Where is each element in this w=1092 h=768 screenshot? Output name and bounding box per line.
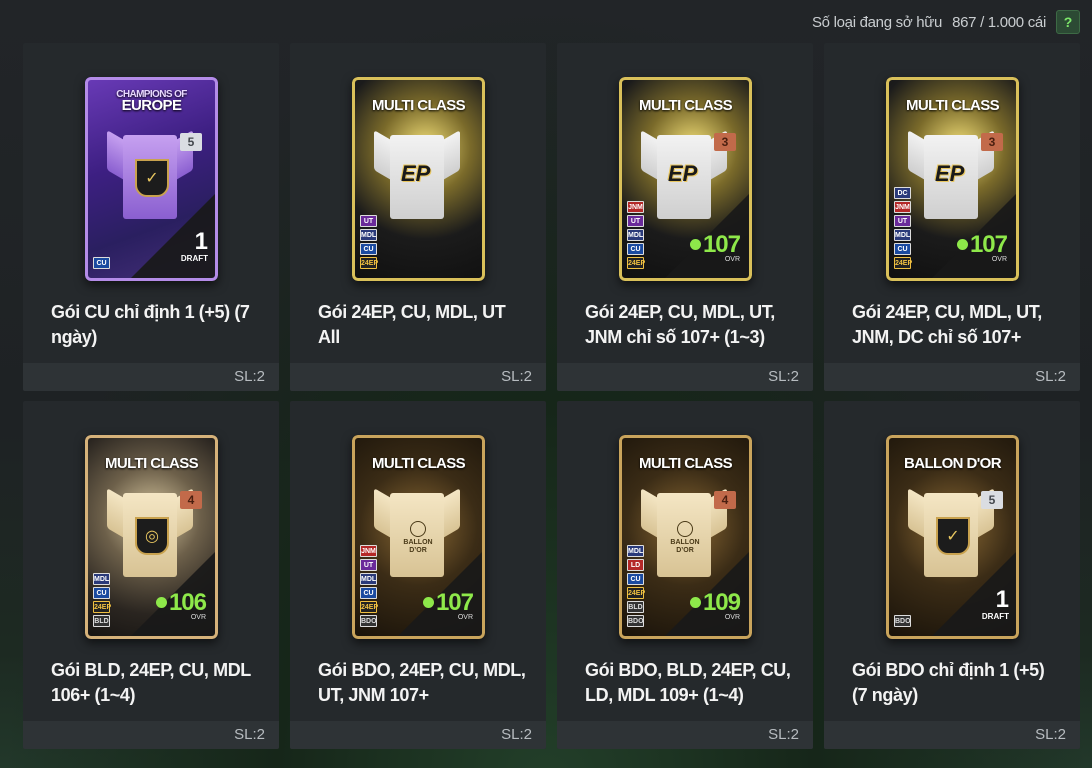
card-frame <box>619 77 752 281</box>
pack-tile[interactable]: MULTI CLASS EP UT MDL CU 24EP Gói 24EP, CU, MD… <box>290 43 546 391</box>
pack-card-image: MULTI CLASS EP 3 JNM UT MDL CU 24EP 107 OVR <box>619 77 752 281</box>
pack-card-image: CHAMPIONS OF EUROPE ✓ 5 CU 1 DRAFT <box>85 77 218 281</box>
pack-quantity: SL:2 <box>768 726 799 743</box>
pack-footer: SL:2 <box>23 721 279 749</box>
pack-name: Gói 24EP, CU, MDL, UT, JNM, DC chỉ số 10… <box>852 302 1042 347</box>
pack-name: Gói 24EP, CU, MDL, UT, JNM chỉ số 107+ (… <box>585 302 775 347</box>
pack-tile[interactable]: MULTI CLASS BALLON D’OR JNM UT MDL CU 24EP BDO 10… <box>290 401 546 749</box>
pack-tile[interactable]: MULTI CLASS EP 3 JNM UT MDL CU 24EP 107 OVR Gói 2… <box>557 43 813 391</box>
help-button[interactable]: ? <box>1056 10 1080 34</box>
card-frame <box>352 77 485 281</box>
pack-tile[interactable]: MULTI CLASS ◎ 4 MDL CU 24EP BLD 106 OVR Gói BLD,… <box>23 401 279 749</box>
pack-footer: SL:2 <box>557 363 813 391</box>
card-frame <box>886 435 1019 639</box>
pack-grid: CHAMPIONS OF EUROPE ✓ 5 CU 1 DRAFT Gói CU chỉ … <box>23 43 1080 749</box>
pack-name: Gói BDO chỉ định 1 (+5) (7 ngày) <box>852 660 1045 705</box>
pack-card-image: BALLON D'OR ✓ 5 BDO 1 DRAFT <box>886 435 1019 639</box>
owned-count: 867 / 1.000 cái <box>952 13 1046 31</box>
pack-quantity: SL:2 <box>768 368 799 385</box>
pack-name: Gói CU chỉ định 1 (+5) (7 ngày) <box>51 302 250 347</box>
pack-quantity: SL:2 <box>501 368 532 385</box>
pack-card-image: MULTI CLASS BALLON D’OR 4 MDL LD CU 24EP BLD BDO 1… <box>619 435 752 639</box>
pack-quantity: SL:2 <box>1035 368 1066 385</box>
card-frame <box>886 77 1019 281</box>
card-frame <box>85 77 218 281</box>
pack-card-image: MULTI CLASS ◎ 4 MDL CU 24EP BLD 106 OVR <box>85 435 218 639</box>
card-frame <box>619 435 752 639</box>
pack-quantity: SL:2 <box>234 368 265 385</box>
pack-footer: SL:2 <box>290 363 546 391</box>
pack-name: Gói BDO, BLD, 24EP, CU, LD, MDL 109+ (1~… <box>585 660 791 705</box>
pack-footer: SL:2 <box>23 363 279 391</box>
pack-tile[interactable]: MULTI CLASS EP 3 DC JNM UT MDL CU 24EP 107 OVR Gói… <box>824 43 1080 391</box>
pack-footer: SL:2 <box>824 363 1080 391</box>
owned-counter-bar: Số loại đang sở hữu 867 / 1.000 cái ? <box>812 10 1080 34</box>
card-frame <box>85 435 218 639</box>
pack-card-image: MULTI CLASS EP 3 DC JNM UT MDL CU 24EP 107 OVR <box>886 77 1019 281</box>
pack-tile[interactable]: BALLON D'OR ✓ 5 BDO 1 DRAFT Gói BDO chỉ định … <box>824 401 1080 749</box>
pack-footer: SL:2 <box>290 721 546 749</box>
owned-label: Số loại đang sở hữu <box>811 13 943 31</box>
pack-tile[interactable]: MULTI CLASS BALLON D’OR 4 MDL LD CU 24EP BLD BDO 1… <box>557 401 813 749</box>
pack-quantity: SL:2 <box>501 726 532 743</box>
pack-quantity: SL:2 <box>1035 726 1066 743</box>
card-frame <box>352 435 485 639</box>
pack-name: Gói 24EP, CU, MDL, UT All <box>318 302 506 347</box>
pack-name: Gói BDO, 24EP, CU, MDL, UT, JNM 107+ <box>318 660 526 705</box>
pack-card-image: MULTI CLASS EP UT MDL CU 24EP <box>352 77 485 281</box>
pack-name: Gói BLD, 24EP, CU, MDL 106+ (1~4) <box>51 660 251 705</box>
pack-quantity: SL:2 <box>234 726 265 743</box>
pack-tile[interactable]: CHAMPIONS OF EUROPE ✓ 5 CU 1 DRAFT Gói CU chỉ … <box>23 43 279 391</box>
pack-footer: SL:2 <box>824 721 1080 749</box>
pack-footer: SL:2 <box>557 721 813 749</box>
pack-card-image: MULTI CLASS BALLON D’OR JNM UT MDL CU 24EP BDO 10… <box>352 435 485 639</box>
